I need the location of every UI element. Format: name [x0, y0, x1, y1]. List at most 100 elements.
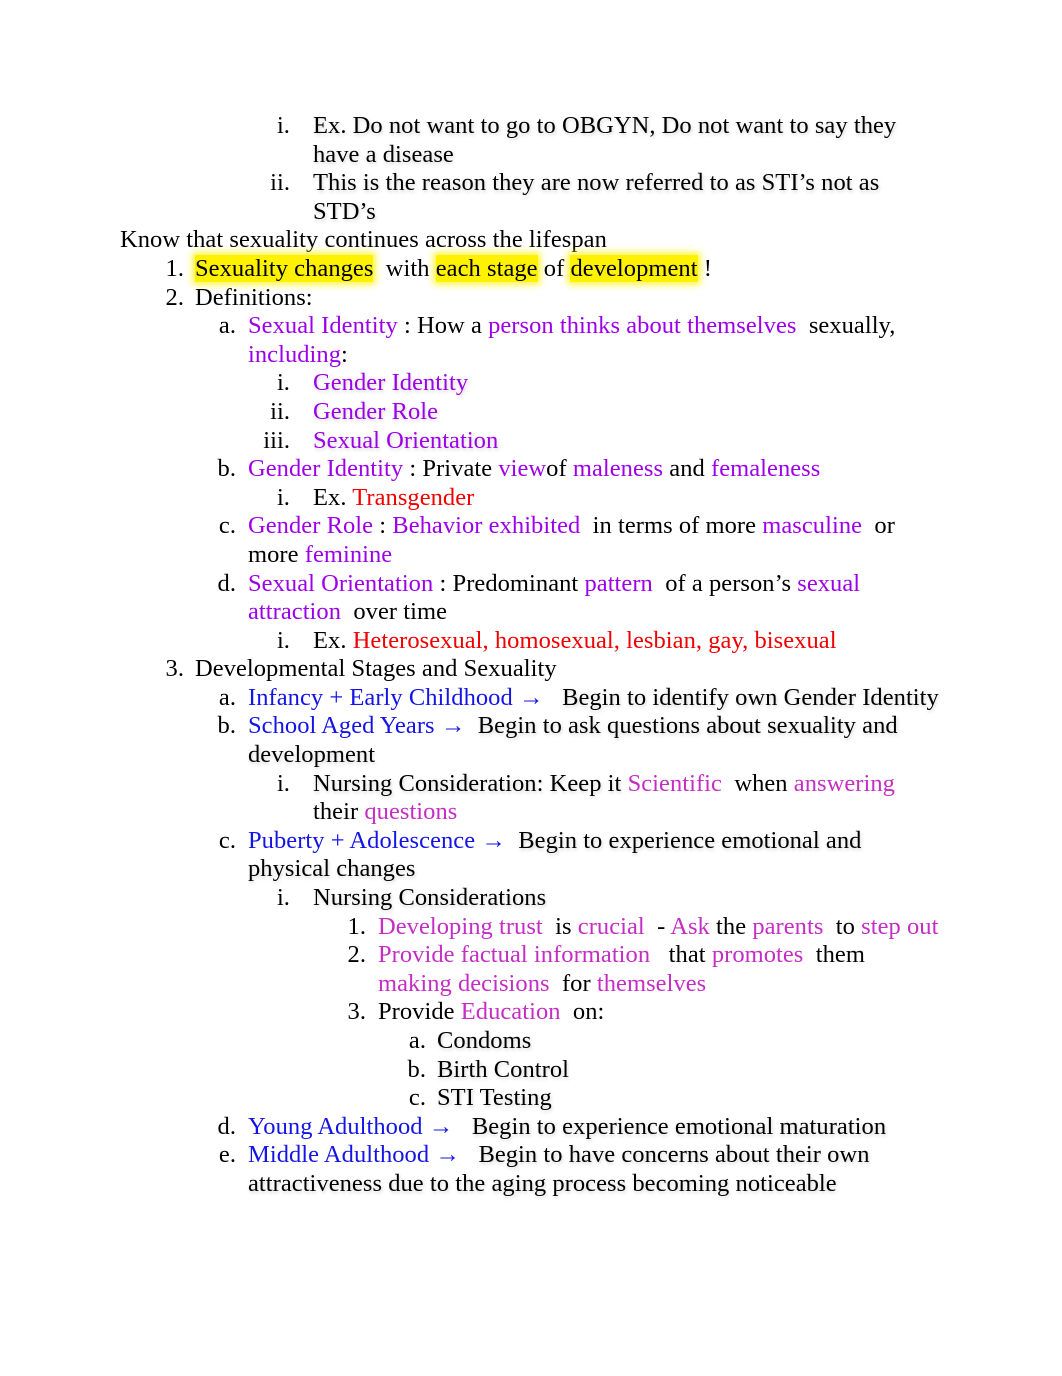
text-colon-private: : Private	[409, 455, 493, 483]
text-when: when	[734, 769, 788, 797]
consideration-factual-information: 2. Provide factual information that prom…	[332, 941, 942, 998]
text-dash: -	[657, 912, 666, 940]
example-text: Transgender	[352, 483, 475, 511]
list-marker: 2.	[347, 941, 366, 969]
list-item-definitions: 2. Definitions:	[150, 284, 942, 313]
nursing-considerations-heading: i. Nursing Considerations	[248, 884, 942, 913]
list-text: Sexuality changes with each stage of dev…	[195, 254, 942, 284]
list-marker: ii.	[270, 169, 290, 197]
list-text: Nursing Consideration: Keep it Scientifi…	[313, 770, 942, 827]
list-marker: c.	[408, 1084, 426, 1112]
text-colon: :	[379, 512, 387, 540]
list-marker: b.	[217, 712, 236, 740]
text-exclamation: !	[703, 254, 712, 282]
list-text: Gender Role	[313, 397, 439, 425]
list-marker: c.	[218, 512, 236, 540]
education-topic-condoms: a. Condoms	[394, 1027, 942, 1056]
list-text: School Aged Years → Begin to ask questio…	[248, 712, 942, 769]
list-item: i. Ex. Do not want to go to OBGYN, Do no…	[248, 112, 942, 169]
document-page: i. Ex. Do not want to go to OBGYN, Do no…	[0, 0, 1062, 1376]
term-gender-role: Gender Role	[248, 512, 374, 540]
text-their: their	[313, 798, 359, 826]
list-text: Sexual Orientation : Predominant pattern…	[248, 570, 942, 627]
text-answering: answering	[793, 769, 895, 797]
stage-name: Middle Adulthood	[248, 1141, 430, 1169]
list-text: Ex. Do not want to go to OBGYN, Do not w…	[313, 112, 897, 168]
section-heading-row: Know that sexuality continues across the…	[120, 226, 942, 255]
nursing-consideration-school-aged: i. Nursing Consideration: Keep it Scient…	[248, 770, 942, 827]
text-view: view	[498, 455, 547, 483]
list-marker: a.	[218, 683, 236, 711]
term-sexual-identity: Sexual Identity	[248, 312, 398, 340]
stage-school-aged-years: b. School Aged Years → Begin to ask ques…	[204, 712, 942, 769]
arrow-icon: →	[440, 712, 466, 740]
text-masculine: masculine	[762, 512, 863, 540]
text-them: them	[815, 941, 865, 969]
text-that: that	[668, 941, 706, 969]
text-ex: Ex.	[313, 483, 347, 511]
list-text: Middle Adulthood → Begin to have concern…	[248, 1141, 942, 1198]
phrase-step-out: step out	[861, 912, 939, 940]
text-pattern: pattern	[584, 569, 653, 597]
list-text: This is the reason they are now referred…	[313, 169, 880, 225]
list-item-sexuality-changes: 1. Sexuality changes with each stage of …	[150, 254, 942, 284]
list-marker: d.	[217, 569, 236, 597]
stage-middle-adulthood: e. Middle Adulthood → Begin to have conc…	[204, 1141, 942, 1198]
list-marker: 1.	[347, 912, 366, 940]
list-text: Definitions:	[195, 283, 313, 311]
list-text: Puberty + Adolescence → Begin to experie…	[248, 827, 942, 884]
list-text: Developing trust is crucial - Ask the pa…	[378, 913, 942, 942]
list-text: Sexual Identity : How a person thinks ab…	[248, 312, 942, 369]
list-text: STI Testing	[437, 1084, 552, 1112]
definition-sexual-orientation: d. Sexual Orientation : Predominant patt…	[204, 570, 942, 627]
definition-gender-role: c. Gender Role : Behavior exhibited in t…	[204, 512, 942, 569]
arrow-icon: →	[481, 826, 506, 854]
highlight-sexuality-changes: Sexuality changes	[195, 254, 374, 282]
list-marker: 1.	[165, 254, 184, 282]
definition-sexual-identity: a. Sexual Identity : How a person thinks…	[204, 312, 942, 369]
text-questions: questions	[364, 798, 458, 826]
text-including: including	[248, 340, 341, 368]
list-marker: 2.	[165, 283, 184, 311]
text-crucial: crucial	[577, 912, 645, 940]
list-marker: e.	[218, 1141, 236, 1169]
list-text: Provide Education on:	[378, 998, 942, 1027]
arrow-icon: →	[518, 683, 544, 711]
list-text: Young Adulthood → Begin to experience em…	[248, 1113, 942, 1142]
list-text: Sexual Orientation	[313, 426, 499, 454]
text-on: on:	[572, 998, 605, 1026]
text-themselves: themselves	[596, 969, 707, 997]
list-marker: d.	[217, 1112, 236, 1140]
list-text: Developmental Stages and Sexuality	[195, 655, 557, 683]
list-marker: c.	[218, 826, 236, 854]
arrow-icon: →	[435, 1141, 460, 1169]
text-colon-predominant: : Predominant	[439, 569, 579, 597]
stage-infancy-early-childhood: a. Infancy + Early Childhood → Begin to …	[204, 684, 942, 713]
education-topic-sti-testing: c. STI Testing	[394, 1084, 942, 1113]
example-text: Heterosexual, homosexual, lesbian, gay, …	[352, 626, 837, 654]
text-of: of	[546, 455, 567, 483]
text-femaleness: femaleness	[711, 455, 821, 483]
list-item-sexual-orientation: iii. Sexual Orientation	[248, 427, 942, 456]
text-with: with	[385, 254, 430, 282]
text-promotes: promotes	[711, 941, 804, 969]
list-text: Nursing Considerations	[313, 884, 547, 912]
definition-gender-identity: b. Gender Identity : Private viewof male…	[204, 455, 942, 484]
list-marker: iii.	[263, 426, 290, 454]
list-item-developmental-stages: 3. Developmental Stages and Sexuality	[150, 655, 942, 684]
list-marker: i.	[276, 626, 290, 654]
text-the: the	[716, 912, 747, 940]
list-text: Condoms	[437, 1027, 532, 1054]
list-item: ii. This is the reason they are now refe…	[248, 169, 942, 226]
text-in-terms-of: in terms of more	[592, 512, 757, 540]
list-marker: 3.	[165, 655, 184, 683]
text-maleness: maleness	[572, 455, 664, 483]
list-text: Gender Identity	[313, 369, 469, 397]
list-marker: i.	[276, 769, 290, 797]
example-transgender: i. Ex. Transgender	[248, 484, 942, 513]
consideration-provide-education: 3. Provide Education on:	[332, 998, 942, 1027]
list-marker: a.	[408, 1027, 426, 1054]
list-text: Gender Identity : Private viewof malenes…	[248, 455, 942, 484]
section-heading: Know that sexuality continues across the…	[120, 226, 607, 254]
stage-puberty-adolescence: c. Puberty + Adolescence → Begin to expe…	[204, 827, 942, 884]
